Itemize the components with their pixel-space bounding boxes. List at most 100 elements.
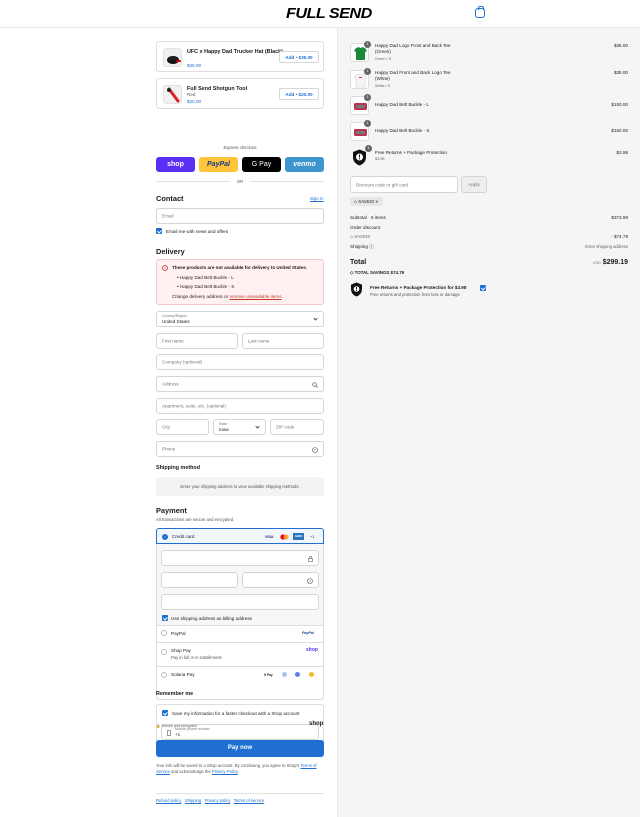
terms-of-service-footer-link[interactable]: Terms of service	[234, 798, 264, 803]
payment-heading: Payment	[156, 506, 187, 515]
solana-logo-icon: S Pay	[264, 673, 273, 677]
shipping-method-heading: Shipping method	[156, 465, 201, 471]
solana-pay-radio[interactable]	[161, 672, 167, 678]
express-checkout-label: Express checkout	[223, 145, 257, 150]
item-qty-badge: 1	[364, 120, 371, 127]
email-field[interactable]: Email	[156, 208, 324, 224]
country-select[interactable]: Country/Region United States	[156, 311, 324, 327]
alert-item-text: Happy Dad Belt Buckle - S	[179, 284, 235, 289]
shop-logo-icon: shop	[309, 721, 324, 727]
refund-policy-link[interactable]: Refund policy	[156, 798, 181, 803]
state-select[interactable]: State Iowa	[213, 419, 266, 435]
delivery-alert: These products are not available for del…	[156, 259, 324, 305]
state-label: State	[219, 422, 228, 426]
shield-icon	[350, 282, 363, 297]
city-field[interactable]: City	[156, 419, 209, 435]
item-variant: $3.98	[375, 157, 385, 161]
card-number-field[interactable]	[161, 550, 319, 566]
tag-icon: ◇	[354, 199, 358, 204]
shop-pay-button[interactable]: shop	[156, 157, 195, 172]
paypal-logo-icon: PayPal	[302, 631, 314, 635]
payment-subtitle: All transactions are secure and encrypte…	[156, 517, 235, 522]
footer-links: Refund policy Shipping Privacy policy Te…	[156, 798, 264, 803]
save-info-checkbox[interactable]	[162, 710, 168, 716]
news-checkbox[interactable]	[156, 228, 162, 234]
address-field[interactable]: Address	[156, 376, 324, 392]
shipping-placeholder-text: Enter your shipping address to view avai…	[180, 484, 300, 489]
crypto-coin-icon	[295, 672, 300, 677]
apply-discount-button[interactable]: Apply	[461, 176, 487, 193]
credit-card-radio[interactable]	[162, 534, 168, 540]
remove-discount-icon[interactable]: ✕	[375, 199, 379, 204]
credit-card-label: Credit card	[172, 534, 195, 539]
terms-suffix: .	[237, 769, 239, 774]
solana-pay-label: Solana Pay	[171, 672, 195, 677]
item-name: Happy Dad Front and Back Logo Tee (White…	[375, 70, 451, 82]
brand-logo[interactable]: FULL SEND	[286, 5, 372, 22]
alert-icon	[162, 265, 168, 271]
shop-pay-radio[interactable]	[161, 649, 167, 655]
paypal-button[interactable]: PayPal	[199, 157, 238, 172]
upsell-name: UFC x Happy Dad Trucker Hat (Black)	[187, 49, 283, 55]
protection-checkbox[interactable]	[480, 285, 486, 291]
divider	[157, 625, 323, 626]
add-upsell-button[interactable]: Add • $35.00	[279, 51, 319, 63]
item-variant: Green / S	[375, 57, 392, 61]
paypal-radio[interactable]	[161, 630, 167, 636]
checkout-form: UFC x Happy Dad Trucker Hat (Black) $35.…	[0, 28, 337, 817]
discount-tag: ◇ SAVE20 ✕	[350, 197, 383, 206]
help-icon[interactable]: ⓘ	[369, 244, 374, 249]
total-label: Total	[350, 259, 367, 266]
phone-field[interactable]: Phone ?	[156, 441, 324, 457]
news-label: Email me with news and offers	[166, 229, 229, 234]
protection-subtitle: Free returns and protection from loss or…	[370, 292, 460, 297]
divider	[157, 666, 323, 667]
billing-address-checkbox[interactable]	[162, 615, 168, 621]
save-info-label: Save my information for a faster checkou…	[172, 711, 300, 716]
sign-in-link[interactable]: Sign in	[310, 196, 323, 201]
item-qty-badge: 1	[364, 41, 371, 48]
shop-pay-label: Shop Pay	[171, 648, 191, 653]
secure-encrypted-label: 🔒 Secure and encrypted	[156, 724, 197, 728]
pay-now-button[interactable]: Pay now	[156, 740, 324, 757]
company-field[interactable]: Company (optional)	[156, 354, 324, 370]
security-code-field[interactable]: ?	[242, 572, 319, 588]
discount-code-row: ◇ SAVE20	[350, 234, 370, 239]
expiration-field[interactable]	[161, 572, 238, 588]
upsell-price: $35.00	[187, 63, 202, 68]
zip-field[interactable]: ZIP code	[270, 419, 324, 435]
upsell-name: Full Send Shotgun Tool	[187, 86, 248, 92]
last-name-field[interactable]: Last name	[242, 333, 324, 349]
upsell-card: Full Send Shotgun Tool Red $20.00 Add • …	[156, 78, 324, 109]
first-name-placeholder: First name	[162, 338, 184, 344]
privacy-policy-footer-link[interactable]: Privacy policy	[205, 798, 231, 803]
item-variant: White / S	[375, 84, 391, 88]
shopping-bag-icon[interactable]	[475, 6, 485, 18]
apartment-field[interactable]: Apartment, suite, etc. (optional)	[156, 398, 324, 414]
name-on-card-field[interactable]	[161, 594, 319, 610]
item-price: $35.00	[613, 70, 628, 75]
google-pay-button[interactable]: G Pay	[242, 157, 281, 172]
remember-me-heading: Remember me	[156, 691, 194, 697]
add-upsell-button[interactable]: Add • $20.00	[279, 88, 319, 100]
phone-icon	[167, 730, 171, 736]
billing-address-label: Use shipping address as billing address	[171, 616, 252, 621]
shipping-label: Shipping	[350, 244, 368, 249]
discount-code-field[interactable]: Discount code or gift card	[350, 176, 458, 193]
total-value-row: USD $299.19	[593, 259, 628, 266]
terms-middle: and acknowledge the	[171, 769, 211, 774]
payment-option-credit-card[interactable]: Credit card VISA AMEX +1	[156, 528, 324, 544]
venmo-button[interactable]: venmo	[285, 157, 324, 172]
chevron-down-icon	[255, 424, 260, 429]
zip-placeholder: ZIP code	[276, 424, 295, 430]
privacy-policy-link[interactable]: Privacy Policy	[212, 769, 238, 774]
subtotal-value: $373.98	[611, 215, 628, 220]
total-savings-label: TOTAL SAVINGS	[354, 270, 390, 275]
item-thumbnail: 1	[350, 120, 371, 141]
phone-placeholder: Phone	[162, 446, 176, 452]
hat-icon	[167, 56, 181, 64]
remove-unavailable-link[interactable]: remove unavailable items	[229, 294, 281, 299]
shipping-policy-link[interactable]: Shipping	[185, 798, 201, 803]
divider	[250, 181, 324, 182]
first-name-field[interactable]: First name	[156, 333, 238, 349]
